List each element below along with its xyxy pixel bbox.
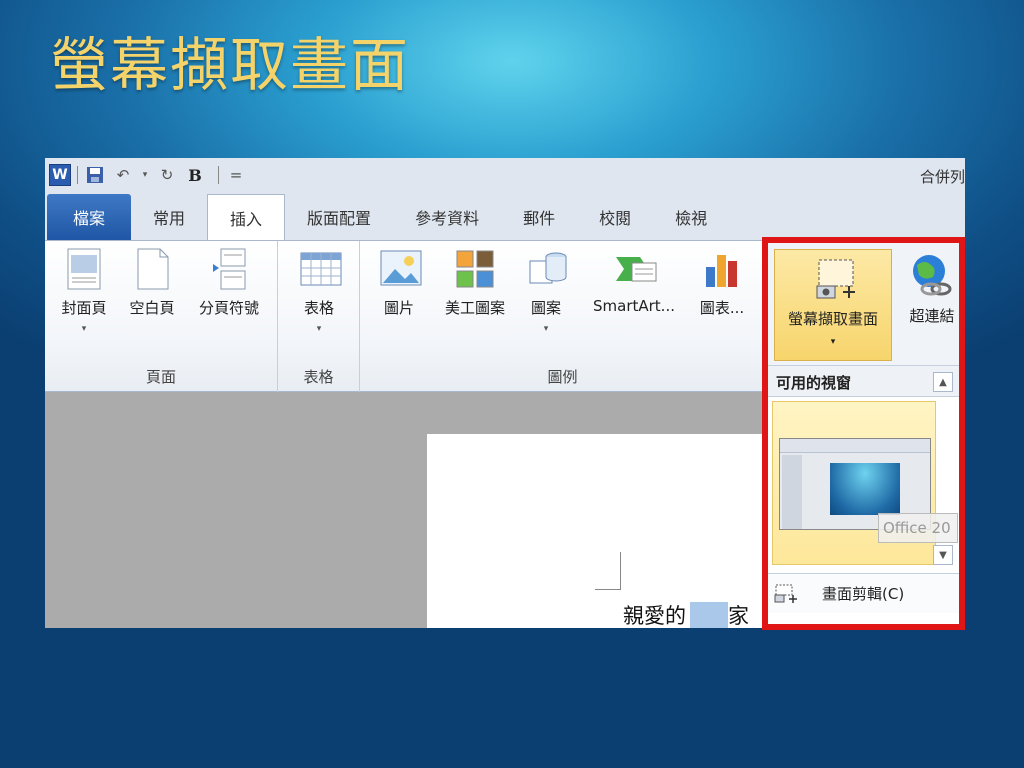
available-windows-label: 可用的視窗	[776, 374, 852, 392]
available-windows-header: 可用的視窗 ▲	[768, 365, 959, 397]
redo-icon[interactable]: ↻	[156, 164, 178, 186]
thumbnail-slide-pane	[782, 455, 802, 529]
window-thumbnails: Office 20 ▼	[768, 397, 959, 569]
tab-insert[interactable]: 插入	[207, 194, 286, 240]
document-text[interactable]: 親愛的 家	[623, 600, 749, 628]
toolbar-separator	[218, 166, 219, 184]
clip-art-label: 美工圖案	[444, 299, 505, 317]
chart-button[interactable]: 圖表...	[692, 247, 752, 318]
tab-review[interactable]: 校閱	[577, 194, 653, 240]
screen-clipping-label: 畫面剪輯(C)	[822, 585, 905, 603]
tab-view[interactable]: 檢視	[653, 194, 729, 240]
clip-art-icon	[455, 247, 495, 291]
merge-label: 合併列	[919, 168, 965, 186]
tab-references[interactable]: 參考資料	[393, 194, 501, 240]
screenshot-label: 螢幕擷取畫面	[787, 310, 878, 328]
cover-page-label: 封面頁	[61, 299, 107, 317]
tab-page-layout[interactable]: 版面配置	[285, 194, 393, 240]
tab-mailings[interactable]: 郵件	[501, 194, 577, 240]
screenshot-button[interactable]: 螢幕擷取畫面 ▾	[774, 249, 892, 361]
page-break-icon	[209, 247, 249, 291]
dropdown-ribbon-section: 螢幕擷取畫面 ▾ 超連結	[768, 243, 959, 365]
blank-page-button[interactable]: 空白頁	[119, 247, 185, 318]
smartart-icon	[614, 247, 657, 291]
scroll-down-icon[interactable]: ▼	[933, 545, 953, 565]
hyperlink-button[interactable]: 超連結	[902, 249, 962, 326]
tab-home[interactable]: 常用	[131, 194, 207, 240]
picture-button[interactable]: 圖片	[374, 247, 424, 318]
group-illustrations: 圖片 美工圖案 圖案 ▾ SmartArt... 圖表... 圖例	[360, 241, 765, 393]
shapes-icon	[526, 247, 567, 291]
tab-file[interactable]: 檔案	[47, 194, 132, 240]
picture-label: 圖片	[383, 299, 414, 317]
toolbar-separator	[77, 166, 78, 184]
cover-page-button[interactable]: 封面頁 ▾	[51, 247, 117, 334]
hyperlink-label: 超連結	[909, 307, 955, 325]
document-text-next: 家	[728, 604, 749, 628]
screen-clipping-item[interactable]: 畫面剪輯(C)	[768, 573, 959, 613]
screenshot-icon	[813, 258, 855, 302]
cover-page-icon	[64, 247, 104, 291]
bold-button[interactable]: B	[184, 164, 206, 186]
page-break-label: 分頁符號	[198, 299, 259, 317]
table-icon	[299, 247, 342, 291]
word-logo-icon[interactable]: W	[49, 164, 71, 186]
group-pages: 封面頁 ▾ 空白頁 分頁符號 頁面	[45, 241, 278, 393]
smartart-label: SmartArt...	[593, 297, 675, 315]
group-illustrations-label: 圖例	[547, 368, 578, 386]
chevron-down-icon[interactable]: ▾	[286, 324, 352, 334]
blank-page-icon	[132, 247, 172, 291]
globe-link-icon	[909, 253, 955, 297]
shapes-label: 圖案	[530, 299, 561, 317]
group-tables: 表格 ▾ 表格	[278, 241, 360, 393]
group-tables-label: 表格	[303, 368, 334, 386]
blank-page-label: 空白頁	[129, 299, 175, 317]
text-selection-highlight	[690, 602, 728, 628]
smartart-button[interactable]: SmartArt...	[584, 247, 684, 315]
document-text-start: 親愛的	[623, 604, 686, 628]
save-icon[interactable]	[84, 164, 106, 186]
group-pages-label: 頁面	[145, 368, 176, 386]
quick-access-toolbar: W ↶ ▾ ↻ B = 合併列	[45, 158, 965, 192]
page-break-button[interactable]: 分頁符號	[189, 247, 269, 318]
chevron-down-icon[interactable]: ▾	[775, 337, 891, 347]
undo-dropdown-icon[interactable]: ▾	[140, 164, 150, 186]
slide-title: 螢幕擷取畫面	[50, 31, 411, 99]
undo-icon[interactable]: ↶	[112, 164, 134, 186]
screenshot-dropdown: 螢幕擷取畫面 ▾ 超連結 可用的視窗 ▲ Office 20 ▼ 畫面剪輯(C)	[762, 237, 965, 630]
shapes-button[interactable]: 圖案 ▾	[518, 247, 574, 334]
chart-label: 圖表...	[699, 299, 745, 317]
margin-corner-marker	[595, 552, 621, 590]
table-button[interactable]: 表格 ▾	[286, 247, 352, 334]
screen-clipping-icon	[774, 584, 798, 604]
table-label: 表格	[303, 299, 334, 317]
picture-icon	[379, 247, 422, 291]
chart-icon	[702, 247, 742, 291]
thumbnail-ribbon	[780, 439, 930, 453]
chevron-down-icon[interactable]: ▾	[51, 324, 117, 334]
ribbon-tabs: 檔案 常用 插入 版面配置 參考資料 郵件 校閱 檢視	[45, 192, 965, 240]
thumbnail-slide	[830, 463, 900, 515]
scroll-up-icon[interactable]: ▲	[933, 372, 953, 392]
chevron-down-icon[interactable]: ▾	[518, 324, 574, 334]
customize-toolbar-icon[interactable]: =	[225, 164, 247, 186]
window-tooltip: Office 20	[878, 513, 958, 543]
clip-art-button[interactable]: 美工圖案	[434, 247, 516, 318]
